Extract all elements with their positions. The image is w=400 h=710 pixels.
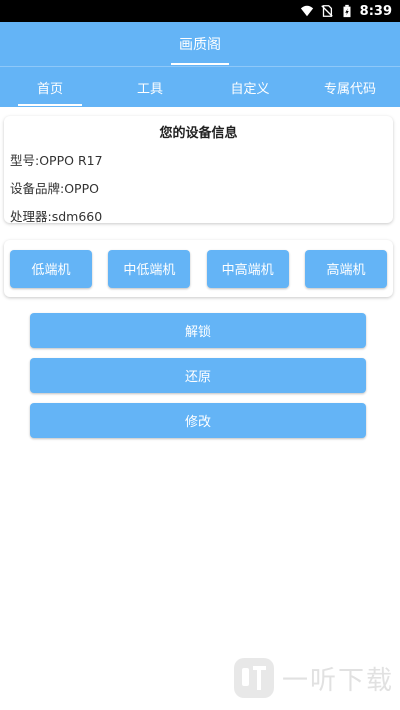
device-level-card: 低端机 中低端机 中高端机 高端机: [4, 240, 393, 297]
device-model: 型号:OPPO R17: [10, 153, 103, 168]
no-sim-icon: [320, 5, 333, 17]
restore-button[interactable]: 还原: [30, 358, 366, 393]
tab-custom[interactable]: 自定义: [200, 67, 300, 107]
device-info-title: 您的设备信息: [159, 126, 238, 141]
tab-bar: 首页 工具 自定义 专属代码: [0, 67, 400, 107]
watermark: 一听下载: [232, 656, 394, 700]
app-title: 画质阁: [171, 34, 229, 65]
tab-home[interactable]: 首页: [0, 67, 100, 107]
mid-high-end-button[interactable]: 中高端机: [206, 249, 289, 288]
status-time: 8:39: [359, 3, 392, 19]
high-end-button[interactable]: 高端机: [304, 249, 387, 288]
battery-icon: [343, 4, 351, 18]
modify-button[interactable]: 修改: [30, 403, 366, 438]
tab-tools[interactable]: 工具: [100, 67, 200, 107]
unlock-button[interactable]: 解锁: [30, 313, 366, 348]
watermark-text: 一听下载: [281, 665, 394, 696]
low-end-button[interactable]: 低端机: [10, 249, 92, 288]
wifi-icon: [300, 5, 313, 17]
watermark-logo-icon: [233, 658, 274, 698]
tab-exclusive-code[interactable]: 专属代码: [300, 67, 400, 107]
device-brand: 设备品牌:OPPO: [10, 181, 99, 196]
status-bar: 8:39: [0, 0, 400, 22]
mid-low-end-button[interactable]: 中低端机: [108, 249, 191, 288]
app-bar: 画质阁: [0, 22, 400, 66]
device-processor: 处理器:sdm660: [10, 209, 103, 224]
device-info-card: 您的设备信息 型号:OPPO R17 设备品牌:OPPO 处理器:sdm660: [4, 116, 393, 224]
